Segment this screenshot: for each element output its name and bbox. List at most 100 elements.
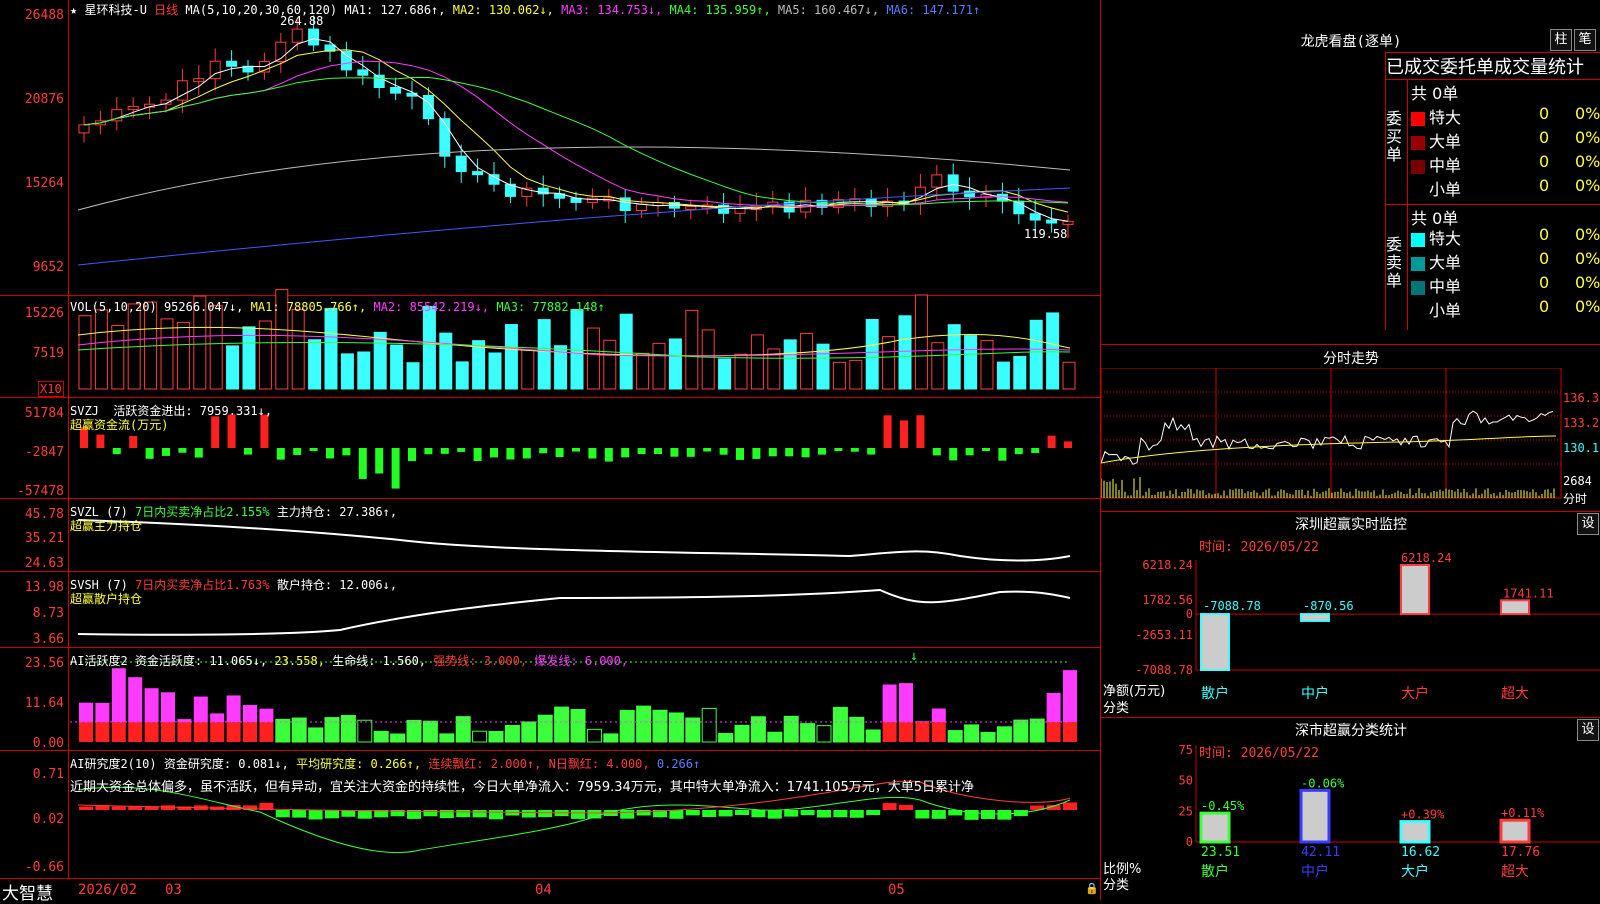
tick-mode-button[interactable]: 笔 bbox=[1574, 29, 1596, 51]
ma3-value: MA3: 134.753↓, bbox=[561, 3, 663, 17]
main-chart-area[interactable]: ↓ ★ 星环科技-U 日线 MA(5,10,20,30,60,120) MA1:… bbox=[0, 0, 1100, 904]
svzj-bar bbox=[162, 448, 170, 456]
research-bar bbox=[931, 810, 946, 819]
vol-bar bbox=[734, 353, 748, 390]
svzj-bar bbox=[96, 434, 105, 448]
vol-bar bbox=[176, 321, 190, 390]
vol-ma3: MA3: 77882.148↑ bbox=[496, 300, 605, 314]
date-axis-bar[interactable]: 大智慧 2026/02 03 04 05 🔒 bbox=[0, 878, 1100, 904]
active-bar-mag bbox=[882, 684, 897, 722]
candle-body bbox=[1062, 220, 1074, 225]
svzj-bar bbox=[965, 448, 974, 456]
active-bar-red bbox=[128, 722, 143, 742]
svzj-bar bbox=[768, 448, 777, 457]
ai-research-v5: 0.266↑ bbox=[656, 757, 701, 771]
ai-active-v3: 生命线: 1.560, bbox=[332, 654, 427, 668]
lock-icon[interactable]: 🔒 bbox=[1085, 882, 1099, 895]
research-bar bbox=[899, 804, 913, 810]
monitor-chart[interactable]: 6218.24 1782.560 -2653.11 -7088.78 -7088.78 散… bbox=[1101, 520, 1600, 720]
class-bar bbox=[1399, 820, 1431, 844]
vol-ma1: MA1: 78805.766↑, bbox=[250, 300, 367, 314]
svzj-bar bbox=[850, 448, 859, 452]
color-swatch bbox=[1411, 256, 1425, 271]
research-bar bbox=[849, 810, 864, 818]
intraday-axis-2: 130.1 bbox=[1563, 441, 1600, 455]
vol-bar bbox=[472, 340, 486, 390]
research-bar bbox=[997, 810, 1012, 820]
stock-name[interactable]: 星环科技-U bbox=[84, 3, 146, 17]
active-bar-green bbox=[947, 730, 963, 743]
class-category: 大户 bbox=[1401, 863, 1429, 880]
ai-research-header: AI研究度2(10) 资金研究度: 0.081↓, 平均研究度: 0.266↑,… bbox=[70, 755, 700, 772]
class-chart[interactable]: 75 50 25 0 -0.45% 23.51 散户 -0.06% 42.11 中户 +0.39% 1… bbox=[1101, 720, 1600, 900]
vol-bar bbox=[980, 340, 994, 390]
vol-bar bbox=[652, 342, 666, 390]
vol-unit-badge[interactable]: X10 bbox=[38, 381, 64, 397]
svzj-bar bbox=[424, 448, 433, 455]
research-bar bbox=[571, 810, 585, 819]
ai-active-v2: 23.558, bbox=[274, 654, 325, 668]
research-bar bbox=[735, 810, 749, 816]
vol-bar bbox=[422, 305, 436, 390]
svzj-bar bbox=[293, 448, 302, 455]
monitor-axis-tick: -2653.11 bbox=[1135, 628, 1193, 642]
research-bar bbox=[489, 810, 503, 820]
research-bar bbox=[341, 810, 356, 817]
svzj-bar bbox=[834, 448, 843, 452]
svzl-axis-2: 24.63 bbox=[24, 556, 64, 571]
active-bar-green bbox=[800, 723, 816, 743]
svzj-bar bbox=[1014, 448, 1023, 455]
vol-bar bbox=[1062, 361, 1076, 390]
ma6-value: MA6: 147.171↑ bbox=[886, 3, 981, 17]
vol-bar bbox=[882, 336, 896, 390]
color-swatch bbox=[1411, 232, 1425, 247]
svzj-bar bbox=[539, 448, 548, 454]
candle-body bbox=[734, 206, 746, 214]
intraday-vol-label: 2684 bbox=[1563, 474, 1592, 488]
active-bar-mag bbox=[931, 708, 946, 722]
svzj-bar bbox=[686, 448, 695, 457]
color-swatch bbox=[1411, 135, 1425, 150]
monitor-bar bbox=[1200, 613, 1230, 671]
intraday-price bbox=[1101, 410, 1554, 465]
order-pct: 0% bbox=[1575, 273, 1600, 292]
order-pct: 0% bbox=[1575, 297, 1600, 316]
ma1-value: MA1: 127.686↑, bbox=[344, 3, 446, 17]
candle-body bbox=[1046, 219, 1058, 224]
vol-bar bbox=[1013, 355, 1027, 390]
period-label[interactable]: 日线 bbox=[154, 3, 178, 17]
svzj-bar bbox=[375, 448, 384, 474]
active-bar-green bbox=[701, 707, 717, 743]
svzj-bar bbox=[506, 448, 515, 460]
bar-mode-button[interactable]: 柱 bbox=[1550, 29, 1572, 51]
order-row-2: 中单 0 0% bbox=[1411, 152, 1600, 176]
svzj-bar bbox=[703, 448, 712, 452]
intraday-chart[interactable] bbox=[1101, 368, 1600, 538]
active-bar-green bbox=[996, 726, 1012, 743]
ai-active-v4: 强势线: 3.000, bbox=[433, 654, 528, 668]
vol-bar bbox=[1046, 312, 1060, 390]
svzj-bar bbox=[621, 448, 630, 458]
active-bar-red bbox=[1063, 722, 1077, 742]
svzj-bar bbox=[982, 448, 990, 452]
order-size-label: 中单 bbox=[1429, 277, 1462, 296]
svzj-bar bbox=[194, 448, 203, 458]
svzj-bar bbox=[998, 448, 1007, 461]
active-bar-green bbox=[652, 709, 668, 743]
order-pct: 0% bbox=[1575, 176, 1600, 195]
vol-bar bbox=[783, 339, 797, 390]
active-bar-green bbox=[570, 709, 586, 743]
ma4-value: MA4: 135.959↑, bbox=[669, 3, 771, 17]
class-xlabel: 分类 bbox=[1103, 878, 1130, 893]
class-value-label: 23.51 bbox=[1201, 845, 1240, 860]
vol-bar bbox=[800, 332, 814, 390]
candle-body bbox=[340, 50, 352, 71]
active-bar-green bbox=[603, 733, 619, 743]
order-pct: 0% bbox=[1575, 128, 1600, 147]
research-bar bbox=[538, 810, 553, 818]
favorite-star-icon[interactable]: ★ bbox=[70, 3, 77, 17]
active-bar-green bbox=[554, 706, 570, 743]
class-change-label: +0.39% bbox=[1401, 808, 1445, 822]
research-bar bbox=[866, 810, 881, 816]
svzj-axis-1: -2847 bbox=[24, 445, 64, 460]
